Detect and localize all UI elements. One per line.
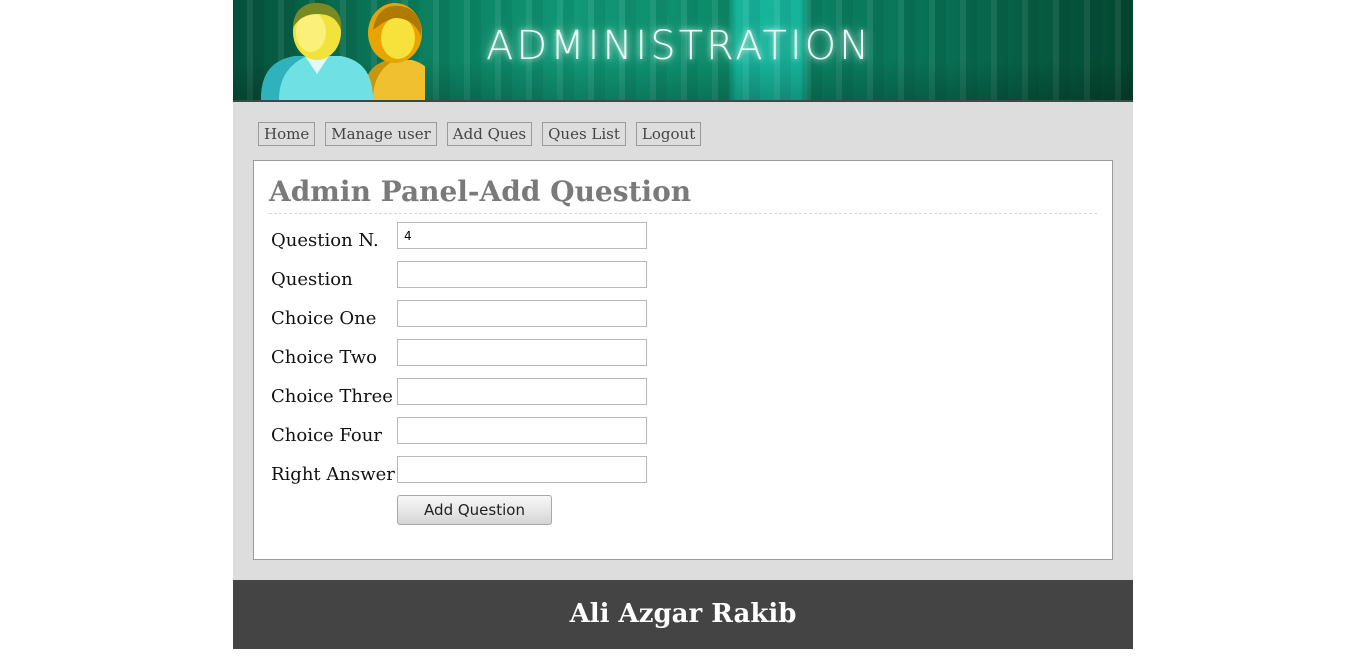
nav-home-link[interactable]: Home: [258, 122, 316, 146]
header-banner: ADMINISTRATION: [233, 0, 1133, 102]
male-user-figure: [261, 2, 373, 100]
nav-logout-link[interactable]: Logout: [635, 122, 702, 146]
page-title: Admin Panel-Add Question: [269, 175, 1097, 214]
users-icon: [261, 2, 425, 100]
header-title: ADMINISTRATION: [486, 23, 873, 69]
choice-one-input[interactable]: [397, 300, 647, 327]
choice-four-input[interactable]: [397, 417, 647, 444]
nav-add-ques-link[interactable]: Add Ques: [446, 122, 533, 146]
content-area: Home Manage user Add Ques Ques List Logo…: [233, 102, 1133, 580]
choice-three-input[interactable]: [397, 378, 647, 405]
choice-three-label: Choice Three: [271, 386, 393, 407]
question-label: Question: [271, 269, 353, 290]
choice-two-label: Choice Two: [271, 347, 378, 368]
choice-one-label: Choice One: [271, 308, 377, 329]
admin-panel: Admin Panel-Add Question Question N. Que…: [253, 160, 1113, 560]
question-number-label: Question N.: [271, 230, 379, 251]
nav-ques-list-link[interactable]: Ques List: [542, 122, 626, 146]
female-user-figure: [363, 3, 425, 100]
page-wrapper: ADMINISTRATION Home Manage user Add Ques…: [233, 0, 1133, 649]
footer: Ali Azgar Rakib: [233, 580, 1133, 649]
right-answer-label: Right Answer: [271, 464, 395, 485]
choice-four-label: Choice Four: [271, 425, 382, 446]
top-nav: Home Manage user Add Ques Ques List Logo…: [258, 122, 702, 146]
add-question-button[interactable]: Add Question: [397, 495, 552, 525]
right-answer-input[interactable]: [397, 456, 647, 483]
nav-manage-user-link[interactable]: Manage user: [325, 122, 437, 146]
question-input[interactable]: [397, 261, 647, 288]
question-number-input[interactable]: [397, 222, 647, 249]
choice-two-input[interactable]: [397, 339, 647, 366]
footer-author: Ali Azgar Rakib: [569, 599, 797, 629]
